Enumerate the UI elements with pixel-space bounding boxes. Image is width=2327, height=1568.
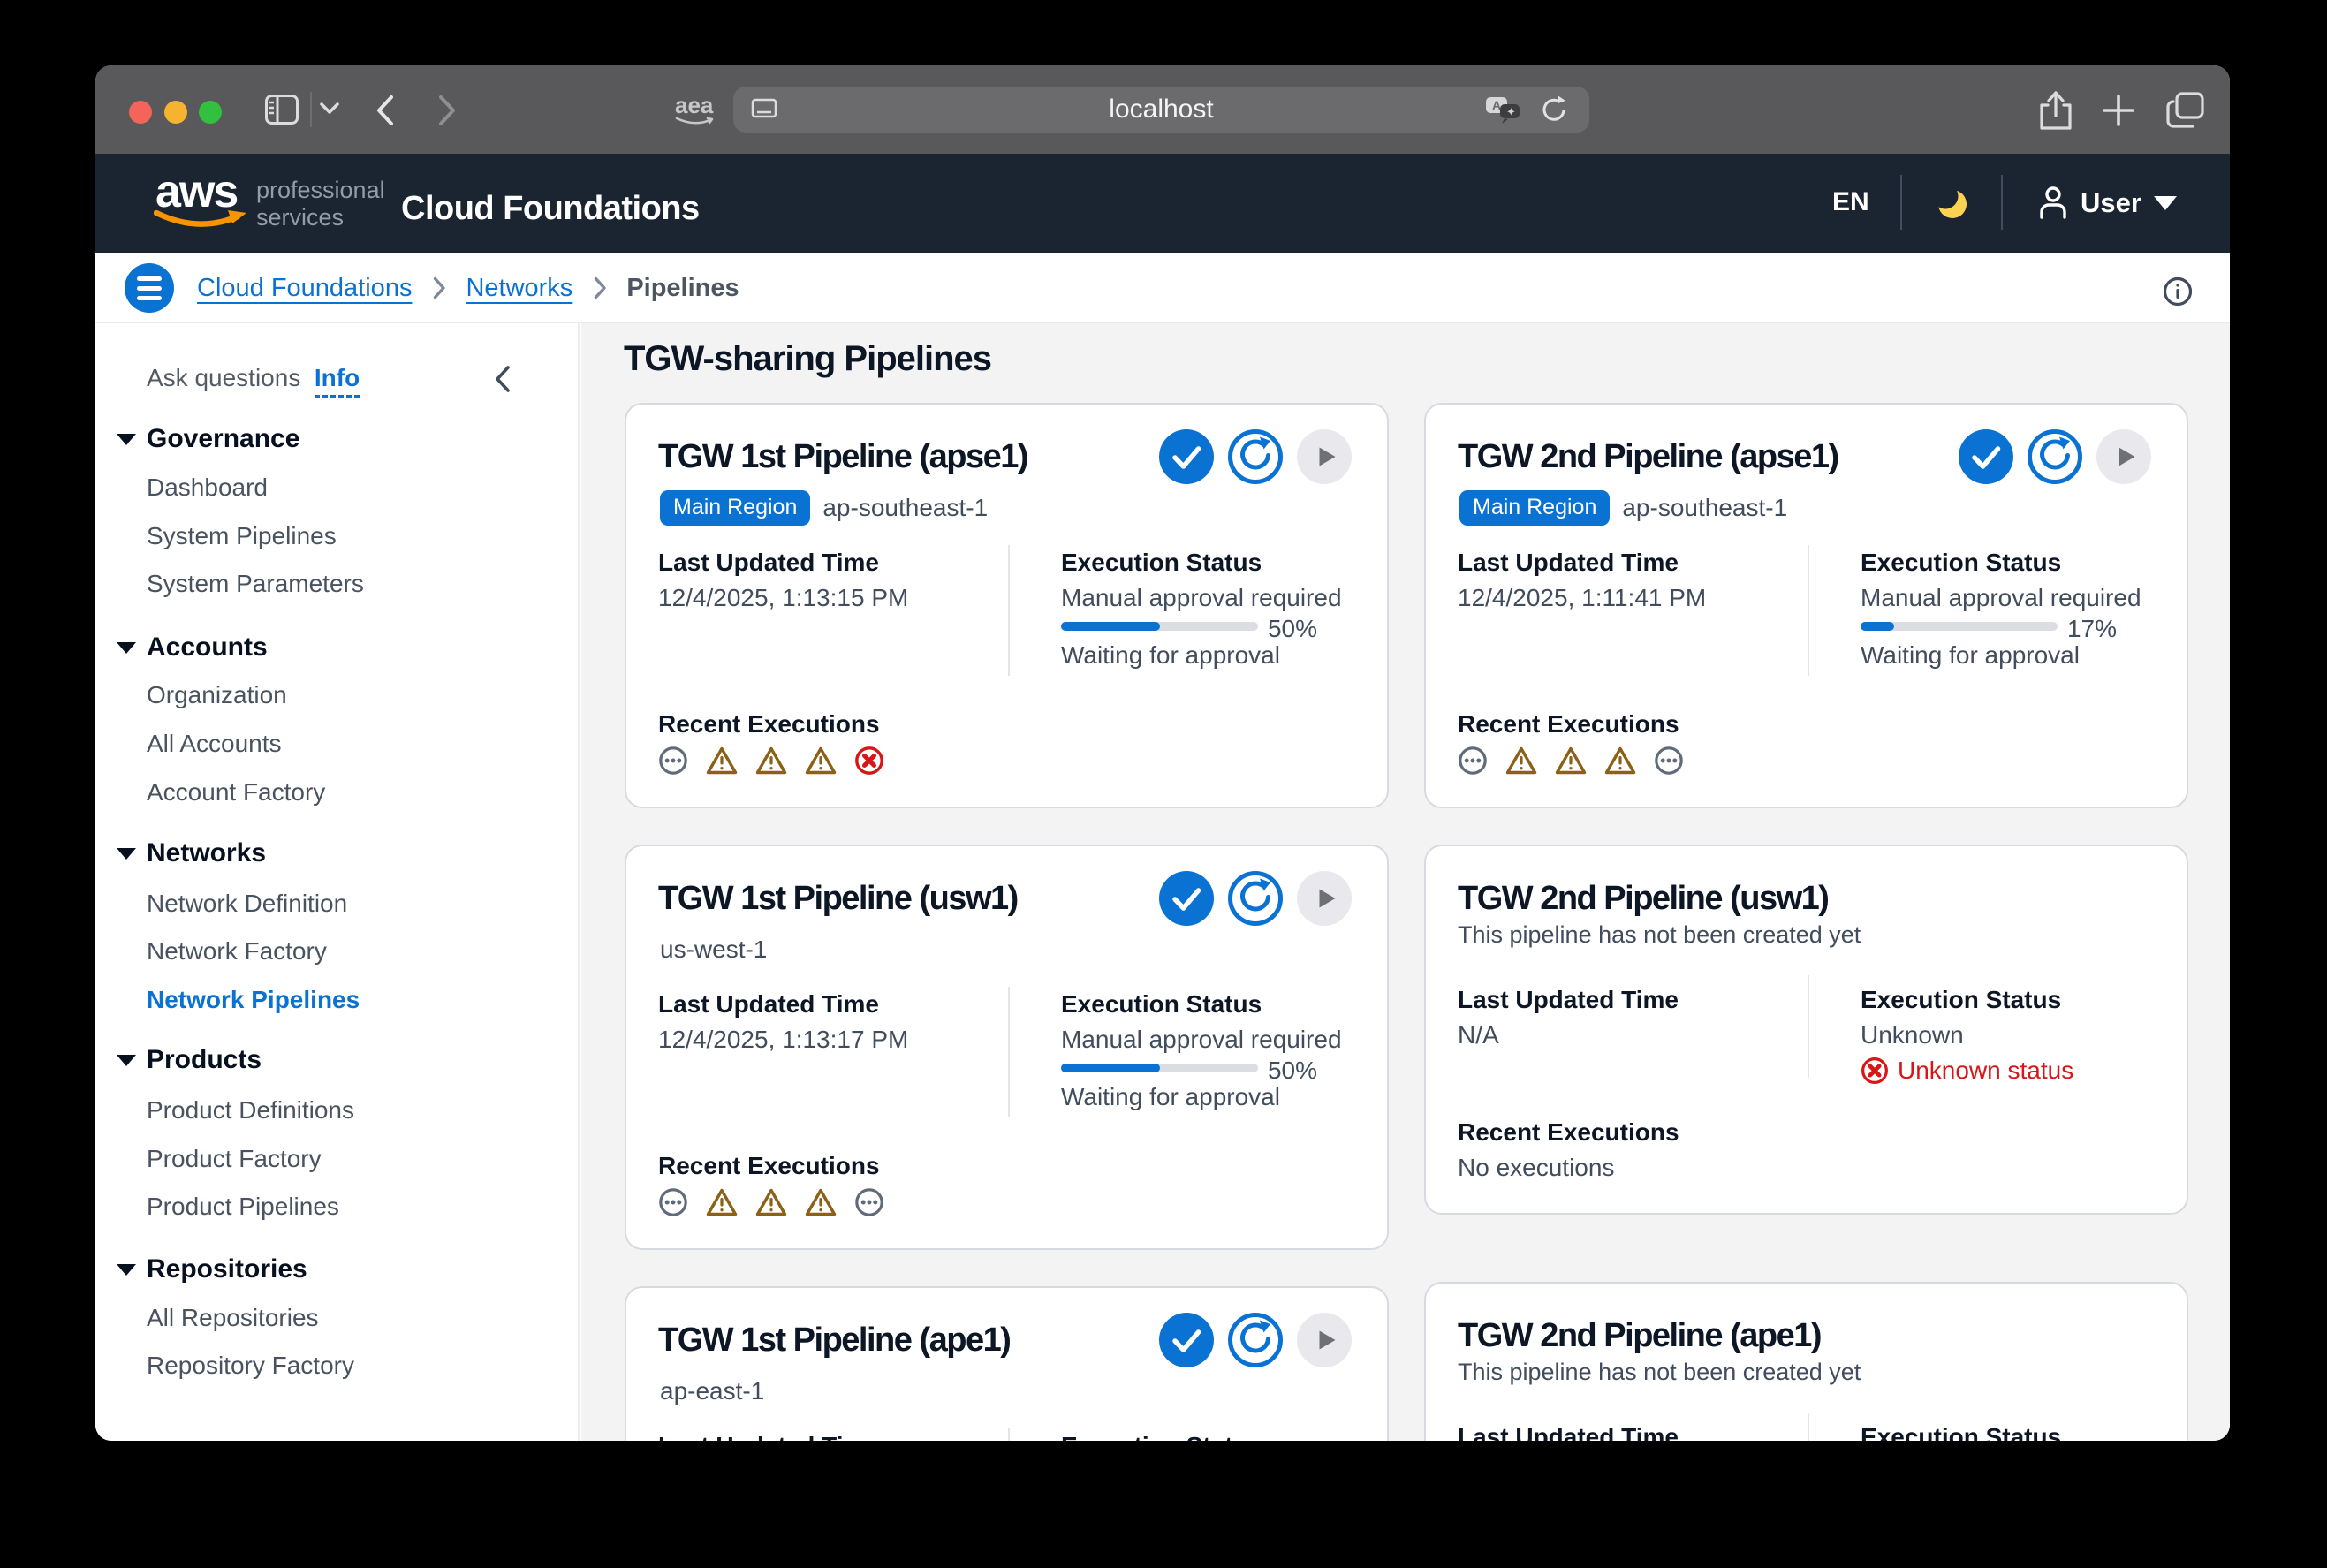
svg-text:✦: ✦ (1506, 105, 1516, 118)
svg-text:A: A (1492, 98, 1501, 112)
